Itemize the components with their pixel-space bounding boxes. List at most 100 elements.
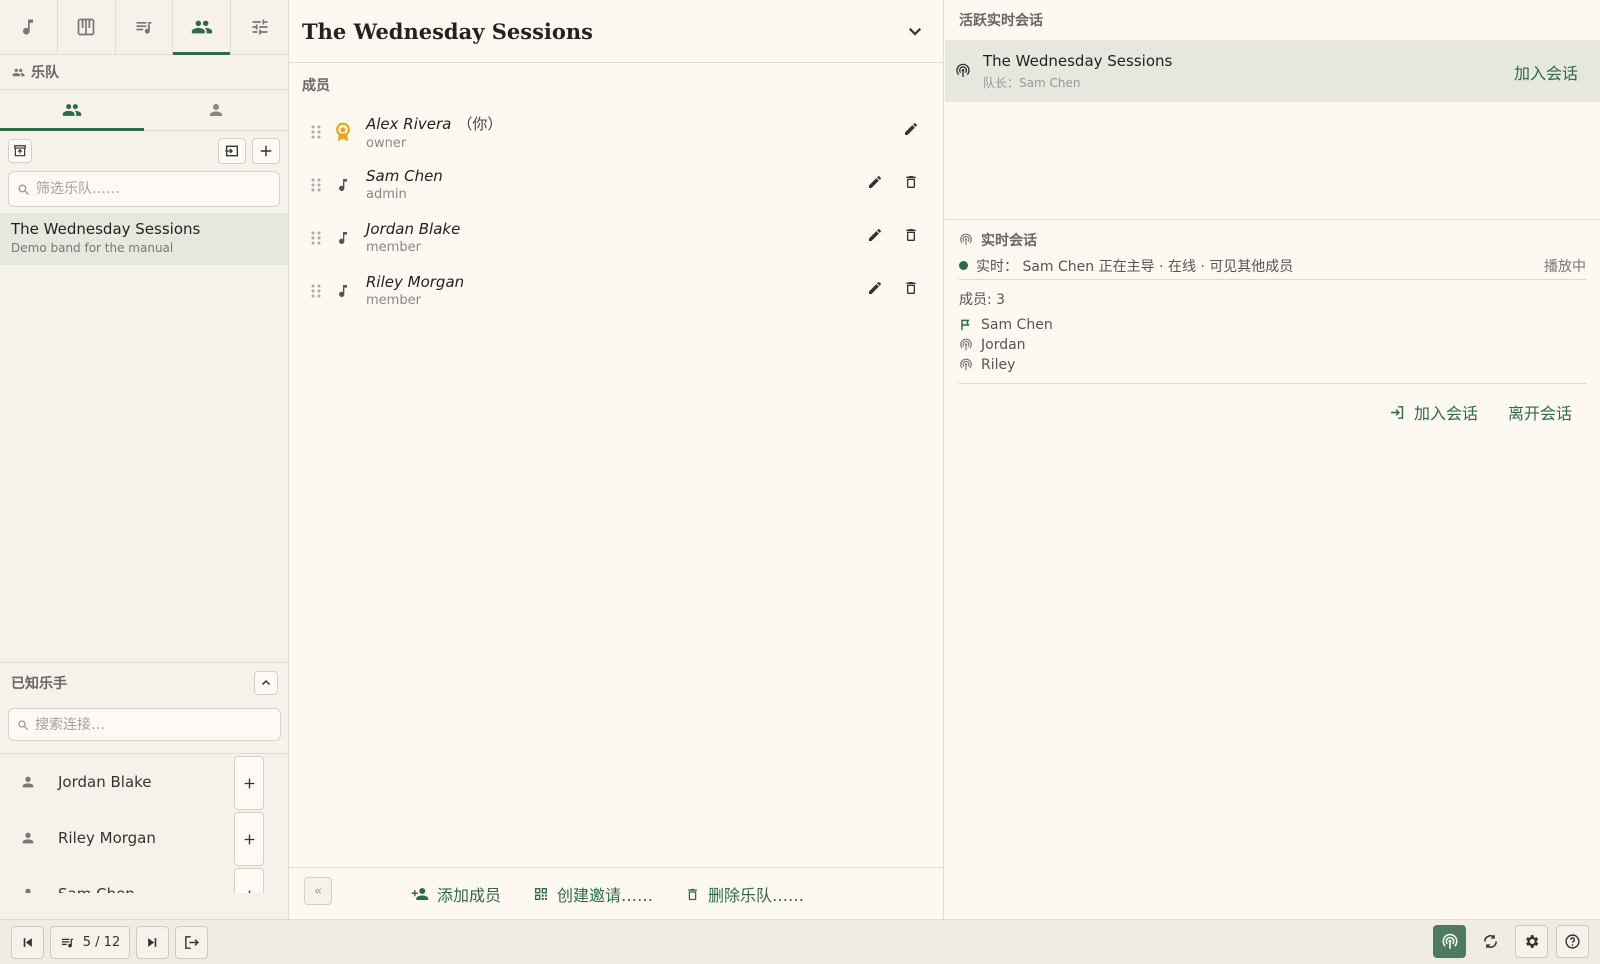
logout-icon (183, 934, 200, 951)
subtab-person[interactable] (144, 90, 288, 130)
member-actions (863, 276, 923, 300)
remove-member-button[interactable] (899, 223, 923, 247)
tab-setlist[interactable] (116, 0, 174, 54)
participant-list: Sam Chen Jordan Riley (959, 315, 1586, 384)
exit-button[interactable] (175, 925, 208, 959)
add-musician-button[interactable] (234, 868, 264, 893)
edit-member-button[interactable] (863, 223, 887, 247)
member-info: Riley Morgan member (366, 273, 464, 308)
music-note-icon (332, 176, 354, 194)
sync-button[interactable] (1474, 925, 1507, 958)
people-icon (12, 66, 25, 79)
drag-handle-icon[interactable] (306, 124, 326, 140)
active-sessions-heading: 活跃实时会话 (959, 13, 1043, 29)
band-list-item[interactable]: The Wednesday Sessions Demo band for the… (0, 213, 288, 265)
band-footer: « 添加成员 创建邀请…… 删除乐队…… (289, 867, 944, 919)
subtab-bands[interactable] (0, 90, 144, 131)
plus-icon (243, 833, 256, 846)
live-session-title: 实时会话 (981, 233, 1037, 249)
setlist-position-button[interactable]: 5 / 12 (50, 925, 130, 959)
remove-member-button[interactable] (899, 276, 923, 300)
add-member-label: 添加成员 (437, 886, 502, 905)
member-row: Alex Rivera （你） owner (289, 105, 943, 158)
member-role: member (366, 293, 421, 308)
live-session-toggle[interactable] (1433, 925, 1466, 958)
session-name: The Wednesday Sessions (983, 51, 1173, 70)
band-filter-box (8, 171, 280, 207)
broadcast-icon (959, 358, 973, 372)
member-info: Sam Chen admin (366, 167, 443, 202)
leave-session-label: 离开会话 (1507, 404, 1572, 423)
member-name: Riley Morgan (366, 273, 465, 291)
skip-previous-icon (21, 936, 34, 949)
delete-band-button[interactable]: 删除乐队…… (685, 882, 804, 906)
playlist-icon (134, 17, 154, 37)
add-band-button[interactable] (252, 138, 280, 164)
tab-music[interactable] (0, 0, 58, 54)
people-icon (62, 100, 82, 120)
participant-name: Sam Chen (981, 317, 1053, 333)
collapse-sidebar-button[interactable]: « (304, 877, 332, 905)
import-button[interactable] (218, 138, 246, 164)
member-row: Riley Morgan member (289, 264, 943, 317)
tab-piano[interactable] (58, 0, 116, 54)
member-row: Sam Chen admin (289, 158, 943, 211)
remove-member-button[interactable] (899, 170, 923, 194)
add-musician-button[interactable] (234, 756, 264, 810)
tab-settings-mixer[interactable] (231, 0, 288, 54)
trash-icon (685, 887, 700, 902)
add-person-icon (411, 885, 429, 903)
archive-button[interactable] (8, 139, 32, 163)
expand-band-button[interactable] (900, 16, 930, 46)
list-item: Jordan Blake (0, 754, 289, 810)
next-song-button[interactable] (136, 925, 169, 959)
drag-handle-icon[interactable] (306, 283, 326, 299)
join-session-link[interactable]: 加入会话 (1514, 60, 1578, 84)
join-session-button[interactable]: 加入会话 (1389, 400, 1478, 424)
create-invite-button[interactable]: 创建邀请…… (533, 882, 653, 906)
trash-icon (906, 282, 916, 294)
collapse-known-button[interactable] (254, 670, 278, 695)
pencil-icon (869, 281, 881, 294)
settings-button[interactable] (1515, 925, 1548, 958)
live-sessions-panel: 活跃实时会话 The Wednesday Sessions 队长：Sam Che… (945, 0, 1600, 919)
member-info: Alex Rivera （你） owner (366, 113, 502, 151)
piano-icon (76, 17, 96, 37)
person-icon (20, 886, 36, 893)
leave-session-button[interactable]: 离开会话 (1508, 400, 1572, 424)
drag-handle-icon[interactable] (306, 230, 326, 246)
skip-next-icon (146, 936, 159, 949)
trash-icon (906, 229, 916, 241)
member-name-line: Alex Rivera （你） (366, 113, 502, 134)
help-button[interactable] (1556, 925, 1589, 958)
gear-icon (1523, 933, 1540, 950)
chevron-up-icon (260, 677, 272, 689)
known-search-input[interactable] (35, 716, 255, 733)
broadcast-icon (959, 338, 973, 352)
add-musician-button[interactable] (234, 812, 264, 866)
tab-bands[interactable] (173, 0, 232, 55)
active-session-item[interactable]: The Wednesday Sessions 队长：Sam Chen 加入会话 (945, 40, 1600, 102)
list-item: Sam Chen (0, 866, 289, 893)
page-title: The Wednesday Sessions (302, 18, 593, 44)
add-member-button[interactable]: 添加成员 (411, 882, 501, 906)
music-note-icon (332, 282, 354, 300)
bands-section-header: 乐队 (0, 55, 288, 90)
login-icon (1389, 404, 1406, 421)
previous-song-button[interactable] (11, 925, 44, 959)
edit-member-button[interactable] (863, 276, 887, 300)
edit-member-button[interactable] (863, 170, 887, 194)
list-item: Jordan (959, 335, 1586, 355)
musician-name: Jordan Blake (58, 773, 152, 791)
sync-icon (1482, 933, 1499, 950)
live-session-details: 实时会话 实时： Sam Chen 正在主导 · 在线 · 可见其他成员 播放中… (945, 219, 1600, 424)
band-filter-input[interactable] (36, 181, 256, 197)
member-actions (863, 170, 923, 194)
bottom-right-controls (1433, 925, 1589, 958)
trash-icon (906, 176, 916, 188)
drag-handle-icon[interactable] (306, 177, 326, 193)
known-musicians-header: 已知乐手 (0, 662, 289, 702)
left-sidebar: 乐队 筛选乐队…… The Wednesday Sessions Demo ba… (0, 0, 289, 919)
list-item: Riley Morgan (0, 810, 289, 866)
edit-member-button[interactable] (899, 117, 923, 141)
